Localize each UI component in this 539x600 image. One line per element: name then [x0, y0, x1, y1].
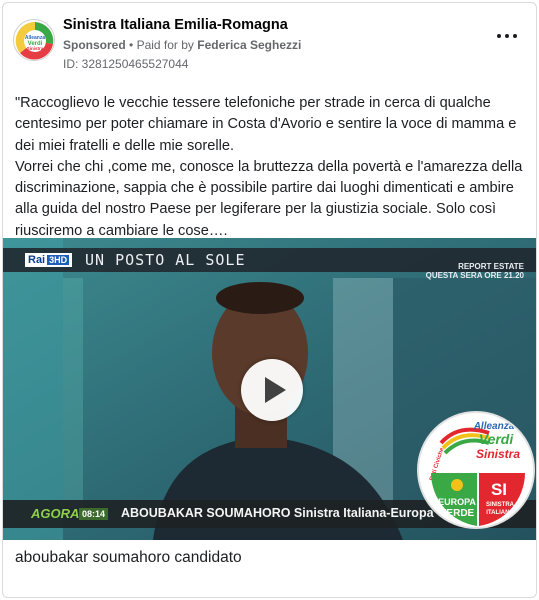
tv-show-title: UN POSTO AL SOLE: [85, 251, 246, 269]
more-dot: [513, 34, 517, 38]
ad-post-card: Alleanza Verdi Sinistra Sinistra Italian…: [2, 2, 537, 598]
logo-verdi: Verdi: [479, 431, 515, 447]
avs-logo-icon: Alleanza Verdi Sinistra: [15, 21, 54, 60]
program-logo: AGORA: [31, 506, 80, 521]
post-header: Alleanza Verdi Sinistra Sinistra Italian…: [3, 3, 536, 75]
tv-top-banner: Rai 3HD UN POSTO AL SOLE REPORT ESTATE QU…: [3, 248, 536, 280]
page-name-link[interactable]: Sinistra Italiana Emilia-Romagna: [63, 17, 288, 33]
broadcaster-name: Rai: [28, 254, 46, 266]
promo-line-2: QUESTA SERA ORE 21.20: [425, 271, 524, 280]
meta-separator: •: [129, 38, 134, 52]
logo-sinistra-small: SINISTRA: [486, 502, 515, 508]
logo-si-mark: SI: [491, 480, 507, 499]
more-dot: [505, 34, 509, 38]
ad-id: ID: 3281250465527044: [63, 57, 189, 71]
play-icon[interactable]: [241, 359, 303, 421]
channel-label: 3HD: [47, 255, 70, 265]
post-meta: Sponsored • Paid for by Federica Seghezz…: [63, 38, 301, 52]
paid-for-by-label: Paid for by: [136, 38, 194, 52]
program-time: 08:14: [79, 508, 109, 520]
broadcaster-logo: Rai 3HD: [25, 253, 73, 267]
party-logo: Alleanza Verdi Sinistra Reti Civiche EUR…: [417, 411, 535, 529]
logo-sinistra: Sinistra: [476, 447, 520, 461]
page-avatar[interactable]: Alleanza Verdi Sinistra: [13, 19, 55, 61]
logo-verde: VERDE: [440, 508, 475, 519]
tv-promo: REPORT ESTATE QUESTA SERA ORE 21.20: [426, 262, 524, 280]
video-player[interactable]: Rai 3HD UN POSTO AL SOLE REPORT ESTATE QU…: [3, 238, 536, 540]
logo-italiana: ITALIANA: [486, 510, 514, 516]
more-options-button[interactable]: [496, 27, 518, 43]
lower-third-caption: ABOUBAKAR SOUMAHORO Sinistra Italiana-Eu…: [121, 506, 472, 520]
video-caption: aboubakar soumahoro candidato: [15, 549, 242, 566]
post-body-text: "Raccoglievo le vecchie tessere telefoni…: [15, 95, 523, 239]
avatar-text-3: Sinistra: [27, 46, 44, 51]
promo-line-1: REPORT ESTATE: [458, 262, 524, 271]
sponsored-label[interactable]: Sponsored: [63, 38, 126, 52]
party-logo-graphic: Alleanza Verdi Sinistra Reti Civiche EUR…: [421, 415, 533, 527]
more-horizontal-icon: [497, 34, 501, 38]
logo-europa: EUROPA: [438, 497, 476, 507]
payer-name[interactable]: Federica Seghezzi: [197, 38, 301, 52]
